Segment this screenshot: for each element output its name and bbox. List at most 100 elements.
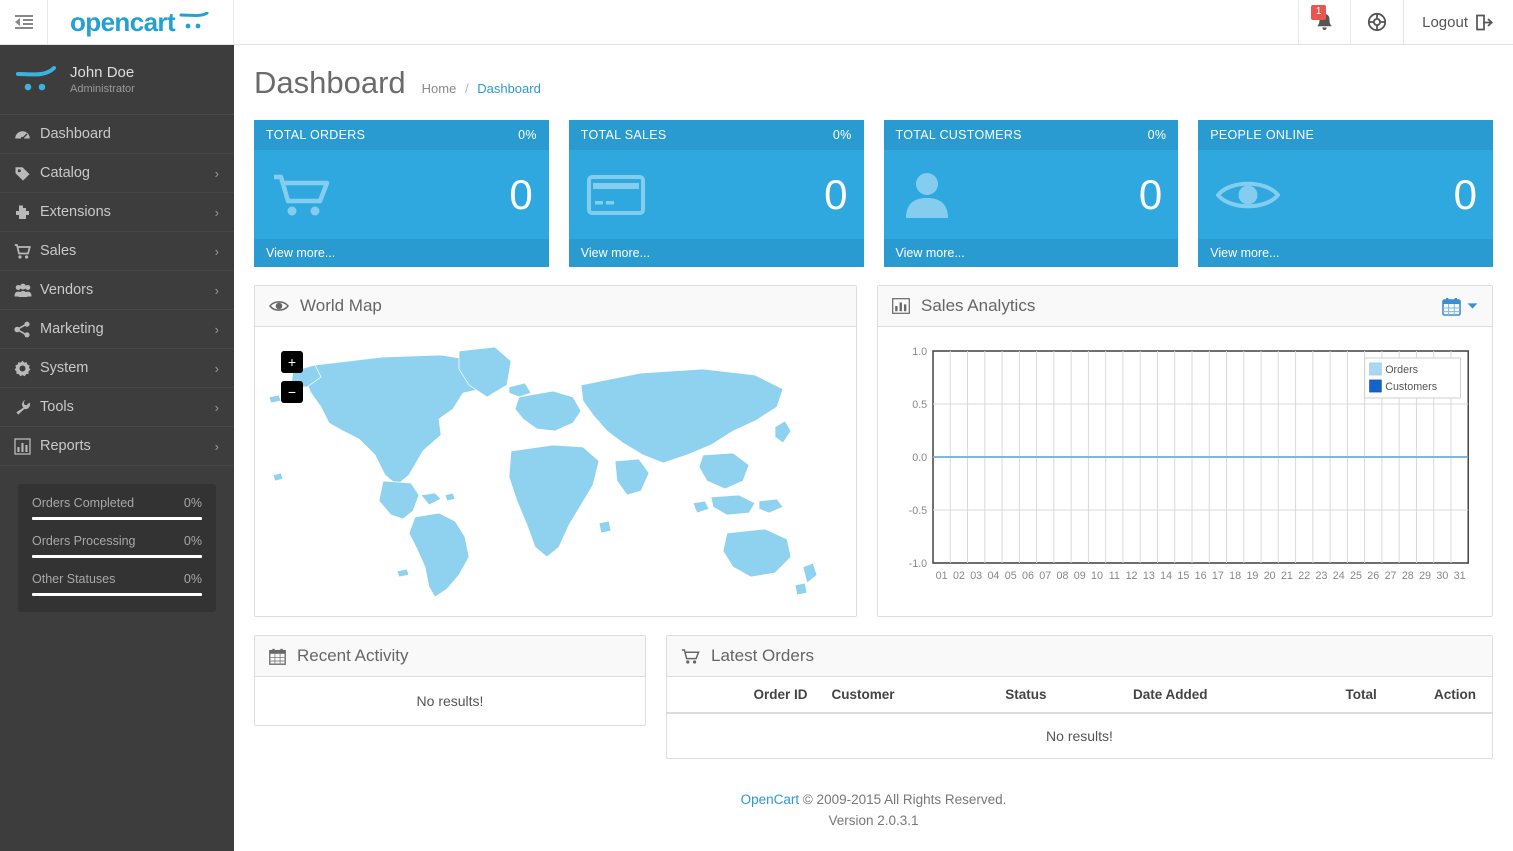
sales-analytics-chart[interactable]: 1.00.50.0-0.5-1.0 0102030405060708091011… <box>878 327 1492 616</box>
sidebar-collapse-icon[interactable] <box>0 0 48 44</box>
sidebar-item-extensions[interactable]: Extensions › <box>0 193 234 232</box>
sidebar-item-label: Catalog <box>40 165 90 181</box>
sidebar-item-dashboard[interactable]: Dashboard <box>0 115 234 154</box>
chart-range-dropdown[interactable] <box>1442 297 1478 316</box>
tile-title: TOTAL SALES <box>581 128 667 142</box>
progress-fill <box>32 555 202 558</box>
sidebar-item-catalog[interactable]: Catalog › <box>0 154 234 193</box>
main-content: Dashboard Home / Dashboard TOTAL ORDERS … <box>234 45 1513 851</box>
sidebar-caret: › <box>215 205 219 220</box>
tile-value: 0 <box>1454 174 1477 216</box>
svg-text:22: 22 <box>1298 570 1310 582</box>
tile-total-sales[interactable]: TOTAL SALES 0% 0 View more... <box>569 120 864 267</box>
tile-people-online[interactable]: PEOPLE ONLINE 0 View more... <box>1198 120 1493 267</box>
sidebar-item-reports[interactable]: Reports › <box>0 427 234 466</box>
sidebar-item-vendors[interactable]: Vendors › <box>0 271 234 310</box>
breadcrumb-home[interactable]: Home <box>422 81 457 96</box>
svg-text:11: 11 <box>1109 570 1120 582</box>
tile-value: 0 <box>509 174 532 216</box>
svg-text:01: 01 <box>936 570 948 582</box>
logout-button[interactable]: Logout <box>1403 0 1513 44</box>
users-icon <box>14 282 40 299</box>
map-zoom-out-button[interactable]: − <box>281 381 303 403</box>
tile-total-orders[interactable]: TOTAL ORDERS 0% 0 View more... <box>254 120 549 267</box>
svg-text:18: 18 <box>1229 570 1241 582</box>
cart-icon <box>272 170 332 220</box>
progress-track <box>32 593 202 596</box>
footer-brand-link[interactable]: OpenCart <box>741 792 800 807</box>
chart-svg: 1.00.50.0-0.5-1.0 0102030405060708091011… <box>892 337 1478 612</box>
sidebar-caret: › <box>215 244 219 259</box>
svg-text:08: 08 <box>1057 570 1069 582</box>
tile-value: 0 <box>1139 174 1162 216</box>
svg-text:0.0: 0.0 <box>912 452 927 464</box>
tile-view-more[interactable]: View more... <box>1198 239 1493 267</box>
notifications-button[interactable]: 1 <box>1298 0 1350 44</box>
footer-copyright: © 2009-2015 All Rights Reserved. <box>803 792 1007 807</box>
sales-analytics-panel: Sales Analytics <box>877 285 1493 617</box>
sidebar-item-sales[interactable]: Sales › <box>0 232 234 271</box>
sidebar: John Doe Administrator Dashboard Catalog… <box>0 45 234 851</box>
status-label: Orders Processing <box>32 534 136 548</box>
svg-text:04: 04 <box>987 570 999 582</box>
column-header-status: Status <box>956 677 1096 713</box>
breadcrumb-current[interactable]: Dashboard <box>477 81 541 96</box>
credit-card-icon <box>587 174 645 216</box>
panel-title: Recent Activity <box>269 646 409 666</box>
latest-orders-table: Order ID Customer Status Date Added Tota… <box>667 677 1492 758</box>
sidebar-item-label: Vendors <box>40 282 93 298</box>
svg-text:25: 25 <box>1350 570 1362 582</box>
sidebar-item-system[interactable]: System › <box>0 349 234 388</box>
tile-header: TOTAL SALES 0% <box>569 120 864 150</box>
tile-title: TOTAL ORDERS <box>266 128 365 142</box>
column-header-customer: Customer <box>816 677 956 713</box>
svg-text:19: 19 <box>1246 570 1258 582</box>
tile-view-more[interactable]: View more... <box>569 239 864 267</box>
svg-text:-1.0: -1.0 <box>909 558 927 570</box>
page-title: Dashboard <box>254 65 406 101</box>
panel-title: World Map <box>269 296 382 316</box>
logout-label: Logout <box>1422 14 1468 31</box>
bottom-row: Recent Activity No results! Latest Order… <box>234 617 1513 759</box>
store-front-button[interactable] <box>1350 0 1403 44</box>
status-label: Orders Completed <box>32 496 134 510</box>
legend-label-orders: Orders <box>1385 364 1418 376</box>
chevron-down-icon <box>1467 302 1478 310</box>
sidebar-item-label: Sales <box>40 243 76 259</box>
status-row-other-statuses: Other Statuses 0% <box>32 572 202 596</box>
svg-text:30: 30 <box>1436 570 1448 582</box>
svg-text:24: 24 <box>1333 570 1345 582</box>
sidebar-item-label: Dashboard <box>40 126 111 142</box>
footer-copyright-line: OpenCart © 2009-2015 All Rights Reserved… <box>234 789 1513 810</box>
dashboard-icon <box>14 126 40 143</box>
panel-header: Sales Analytics <box>878 286 1492 327</box>
brand-logo[interactable]: opencart <box>48 0 234 44</box>
status-percent: 0% <box>184 496 202 510</box>
world-map-body[interactable]: + − <box>255 327 856 616</box>
sidebar-item-label: Tools <box>40 399 74 415</box>
tile-header: TOTAL CUSTOMERS 0% <box>884 120 1179 150</box>
orders-empty-message: No results! <box>667 713 1492 758</box>
sidebar-item-marketing[interactable]: Marketing › <box>0 310 234 349</box>
tile-percent: 0% <box>833 128 852 142</box>
svg-text:28: 28 <box>1402 570 1414 582</box>
logout-icon <box>1475 14 1493 31</box>
tile-view-more[interactable]: View more... <box>254 239 549 267</box>
profile-block: John Doe Administrator <box>0 45 234 115</box>
avatar <box>14 58 58 102</box>
cart-icon <box>681 648 700 665</box>
svg-text:23: 23 <box>1316 570 1328 582</box>
progress-fill <box>32 593 202 596</box>
header-spacer <box>234 0 1298 44</box>
profile-name: John Doe <box>70 64 135 82</box>
tile-view-more[interactable]: View more... <box>884 239 1179 267</box>
table-row: No results! <box>667 713 1492 758</box>
tile-total-customers[interactable]: TOTAL CUSTOMERS 0% 0 View more... <box>884 120 1179 267</box>
globe-icon <box>1367 12 1387 32</box>
world-map-panel: World Map + − <box>254 285 857 617</box>
sidebar-item-tools[interactable]: Tools › <box>0 388 234 427</box>
map-zoom-in-button[interactable]: + <box>281 351 303 373</box>
sidebar-caret: › <box>215 400 219 415</box>
svg-text:15: 15 <box>1177 570 1189 582</box>
svg-text:06: 06 <box>1022 570 1034 582</box>
